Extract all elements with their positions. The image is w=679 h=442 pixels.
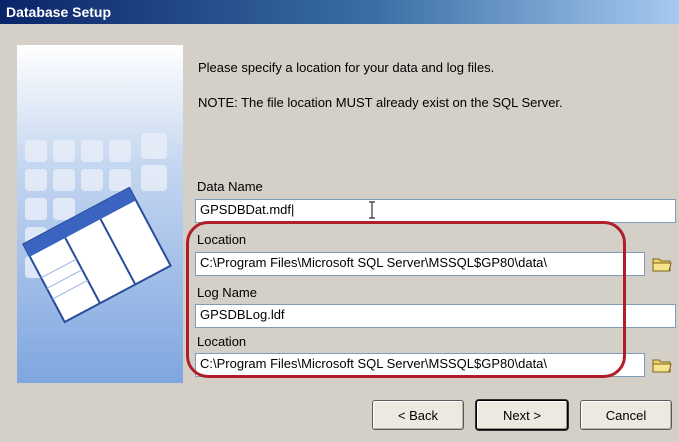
data-location-browse-button[interactable] [650,252,674,276]
data-location-label: Location [197,232,247,247]
wizard-graphic [17,45,183,383]
window-title: Database Setup [6,4,112,20]
log-name-field[interactable]: GPSDBLog.ldf [195,304,676,328]
log-name-label: Log Name [197,285,257,300]
text-cursor-icon [369,201,375,219]
folder-icon [652,258,672,272]
data-location-field[interactable]: C:\Program Files\Microsoft SQL Server\MS… [195,252,645,276]
title-bar: Database Setup [0,0,679,24]
next-button[interactable]: Next > [476,400,568,430]
log-location-label: Location [197,334,247,349]
note-text: NOTE: The file location MUST already exi… [198,95,563,110]
data-name-field[interactable]: GPSDBDat.mdf| [195,199,676,223]
database-table-icon [17,45,183,383]
instruction-text: Please specify a location for your data … [198,60,495,75]
cancel-button[interactable]: Cancel [580,400,672,430]
log-location-field[interactable]: C:\Program Files\Microsoft SQL Server\MS… [195,353,645,377]
folder-icon [652,359,672,373]
data-name-label: Data Name [197,179,263,194]
log-location-browse-button[interactable] [650,353,674,377]
back-button[interactable]: < Back [372,400,464,430]
